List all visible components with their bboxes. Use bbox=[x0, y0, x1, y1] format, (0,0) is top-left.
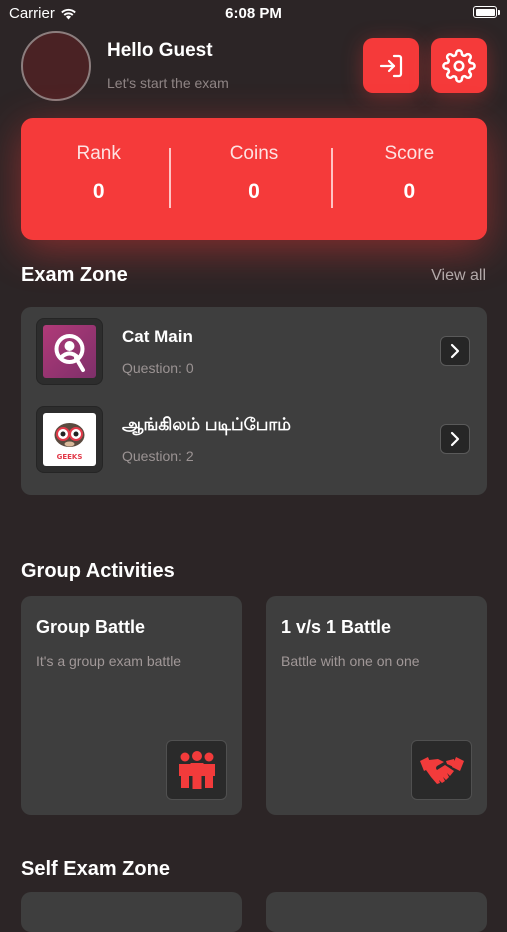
activity-subtitle: It's a group exam battle bbox=[36, 653, 182, 669]
exam-question-count: Question: 2 bbox=[122, 448, 194, 464]
open-exam-button[interactable] bbox=[440, 336, 470, 366]
stat-value: 0 bbox=[92, 180, 105, 203]
avatar[interactable] bbox=[21, 31, 91, 101]
activity-title: Group Battle bbox=[36, 617, 146, 637]
activity-title: 1 v/s 1 Battle bbox=[281, 617, 392, 637]
person-icon bbox=[43, 325, 96, 378]
exam-title: ஆங்கிலம் படிப்போம் bbox=[122, 415, 291, 434]
open-exam-button[interactable] bbox=[440, 424, 470, 454]
battery-icon bbox=[473, 6, 500, 18]
status-time: 6:08 PM bbox=[225, 5, 282, 22]
one-vs-one-battle-card[interactable]: 1 v/s 1 Battle Battle with one on one bbox=[266, 596, 487, 815]
stat-value: 0 bbox=[248, 180, 260, 203]
group-icon bbox=[178, 751, 215, 789]
exam-title: Cat Main bbox=[122, 327, 193, 346]
chevron-right-icon bbox=[450, 343, 460, 359]
exam-list-item-cat-main[interactable]: Cat Main Question: 0 bbox=[21, 307, 487, 385]
activity-icon-box bbox=[411, 740, 472, 800]
login-button[interactable] bbox=[363, 38, 419, 93]
gear-icon bbox=[442, 48, 476, 83]
stats-card: Rank 0 Coins 0 Score 0 bbox=[21, 118, 487, 240]
stat-divider bbox=[331, 148, 333, 208]
exam-zone-title: Exam Zone bbox=[21, 264, 128, 286]
view-all-link[interactable]: View all bbox=[431, 267, 486, 285]
stat-coins: Coins 0 bbox=[176, 118, 331, 240]
handshake-icon bbox=[419, 757, 464, 784]
exam-thumbnail: GEEKS bbox=[36, 406, 103, 473]
greeting-subtitle: Let's start the exam bbox=[107, 75, 229, 91]
geeks-logo: GEEKS bbox=[43, 413, 96, 466]
exam-question-count: Question: 0 bbox=[122, 360, 194, 376]
stat-label: Rank bbox=[76, 143, 121, 164]
self-exam-zone-title: Self Exam Zone bbox=[21, 858, 170, 880]
stat-score: Score 0 bbox=[332, 118, 487, 240]
group-activities-title: Group Activities bbox=[21, 560, 175, 582]
status-bar: Carrier 6:08 PM bbox=[0, 0, 507, 28]
exam-thumbnail bbox=[36, 318, 103, 385]
geeks-logo-text: GEEKS bbox=[57, 453, 83, 461]
self-exam-card[interactable] bbox=[21, 892, 242, 932]
activity-icon-box bbox=[166, 740, 227, 800]
chevron-right-icon bbox=[450, 431, 460, 447]
stat-label: Coins bbox=[229, 143, 279, 164]
stat-rank: Rank 0 bbox=[21, 118, 176, 240]
group-battle-card[interactable]: Group Battle It's a group exam battle bbox=[21, 596, 242, 815]
stat-divider bbox=[169, 148, 171, 208]
settings-button[interactable] bbox=[431, 38, 487, 93]
activity-subtitle: Battle with one on one bbox=[281, 653, 420, 669]
exam-zone-card: Cat Main Question: 0 GEEKS ஆங்கிலம் படிப… bbox=[21, 307, 487, 495]
stat-value: 0 bbox=[403, 180, 416, 203]
greeting-title: Hello Guest bbox=[107, 40, 213, 61]
login-icon bbox=[379, 54, 403, 77]
exam-list-item-tamil-english[interactable]: GEEKS ஆங்கிலம் படிப்போம் Question: 2 bbox=[21, 395, 487, 473]
stat-label: Score bbox=[384, 143, 435, 164]
self-exam-card[interactable] bbox=[266, 892, 487, 932]
